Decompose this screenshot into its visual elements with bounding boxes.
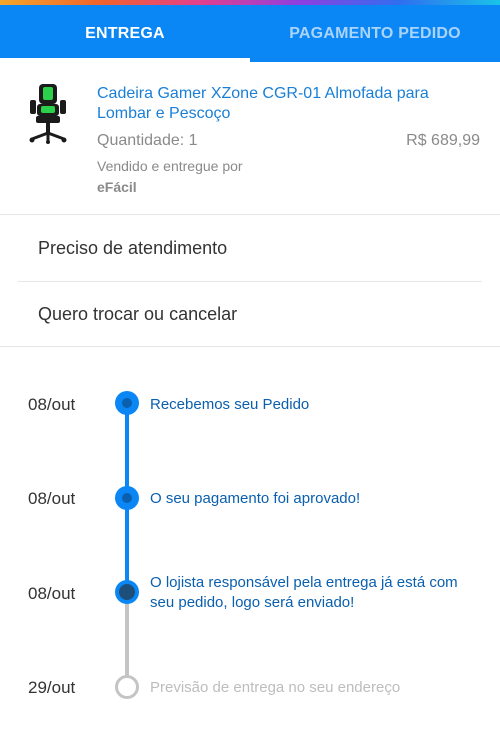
timeline-date: 08/out bbox=[28, 584, 76, 603]
timeline-status: Previsão de entrega no seu endereço bbox=[150, 679, 401, 696]
timeline-done-dot-icon bbox=[115, 486, 139, 510]
timeline-date: 08/out bbox=[28, 489, 76, 508]
menu-item-trocar-cancelar[interactable]: Quero trocar ou cancelar bbox=[38, 304, 237, 325]
timeline-done-dot-icon bbox=[115, 391, 139, 415]
product-card[interactable]: Cadeira Gamer XZone CGR-01 Almofada para… bbox=[0, 62, 500, 215]
seller-prefix: Vendido e entregue por bbox=[97, 158, 243, 174]
timeline-date: 08/out bbox=[28, 395, 76, 414]
divider bbox=[18, 281, 482, 282]
product-quantity: Quantidade: 1 bbox=[97, 132, 198, 149]
timeline-pending-line bbox=[125, 592, 129, 688]
divider bbox=[0, 346, 500, 347]
tab-entrega[interactable]: ENTREGA bbox=[0, 5, 250, 62]
timeline-status: O seu pagamento foi aprovado! bbox=[150, 490, 361, 507]
timeline-status: O lojista responsável pela entrega já es… bbox=[150, 574, 458, 611]
product-title[interactable]: Cadeira Gamer XZone CGR-01 Almofada para… bbox=[97, 84, 477, 124]
top-tab-bar: ENTREGA PAGAMENTO PEDIDO bbox=[0, 0, 500, 62]
product-price: R$ 689,99 bbox=[406, 132, 480, 149]
menu-item-atendimento[interactable]: Preciso de atendimento bbox=[38, 238, 227, 259]
timeline-date: 29/out bbox=[28, 678, 76, 697]
timeline-status: Recebemos seu Pedido bbox=[150, 396, 310, 413]
timeline-current-dot-icon bbox=[115, 580, 139, 604]
gaming-chair-image bbox=[29, 84, 67, 144]
seller-name: eFácil bbox=[97, 179, 137, 195]
timeline-pending-dot-icon bbox=[115, 675, 139, 699]
tab-pagamento-pedido[interactable]: PAGAMENTO PEDIDO bbox=[250, 5, 500, 62]
